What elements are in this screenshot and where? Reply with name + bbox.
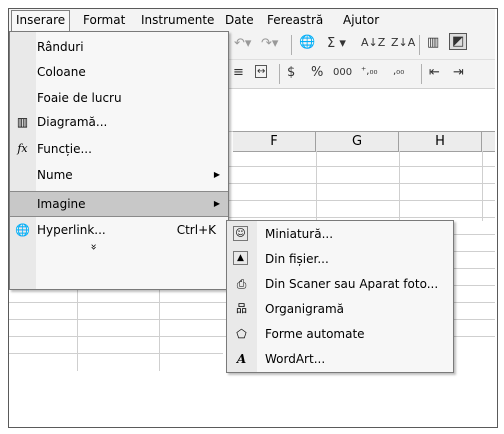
comma-style-icon[interactable]: 000 <box>333 67 352 78</box>
menu-item-label: Din Scaner sau Aparat foto... <box>265 277 439 291</box>
menu-tools[interactable]: Instrumente <box>137 12 218 28</box>
menu-format[interactable]: Format <box>79 12 129 28</box>
menu-item-picture[interactable]: Imagine ▶ <box>10 191 228 217</box>
menu-item-clipart[interactable]: ☺ Miniatură... <box>227 222 453 246</box>
toolbar-separator <box>421 64 422 84</box>
menu-item-wordart[interactable]: A WordArt... <box>227 347 453 371</box>
menu-window[interactable]: Fereastră <box>263 12 327 28</box>
hyperlink-icon: 🌐 <box>15 223 30 237</box>
column-header-g[interactable]: G <box>316 131 399 152</box>
chart-wizard-icon[interactable]: ▥ <box>427 35 439 50</box>
menu-item-label: Organigramă <box>265 302 345 316</box>
submenu-arrow-icon: ▶ <box>213 199 220 208</box>
menu-item-label: Nume <box>37 168 73 182</box>
scanner-icon: ⎙ <box>236 277 247 291</box>
picture-submenu: ☺ Miniatură... ▲ Din fișier... ⎙ Din Sca… <box>226 220 454 373</box>
increase-indent-icon[interactable]: ⇥ <box>453 65 464 80</box>
chevron-down-icon: » <box>87 243 101 251</box>
clipart-icon: ☺ <box>233 226 248 241</box>
column-header-f[interactable]: F <box>233 131 316 152</box>
menu-item-columns[interactable]: Coloane <box>10 60 228 84</box>
menu-item-function[interactable]: fx Funcție... <box>10 137 228 161</box>
menu-item-from-file[interactable]: ▲ Din fișier... <box>227 247 453 271</box>
menu-expand-chevron[interactable]: » <box>10 238 228 256</box>
autosum-icon[interactable]: Σ ▾ <box>327 36 346 51</box>
menu-item-worksheet[interactable]: Foaie de lucru <box>10 86 228 110</box>
function-icon: fx <box>17 142 28 155</box>
menu-item-label: Forme automate <box>265 327 365 341</box>
menu-data[interactable]: Date <box>221 12 258 28</box>
currency-icon[interactable]: $ <box>287 65 295 80</box>
redo-icon[interactable]: ↷▾ <box>261 36 278 51</box>
hyperlink-toolbar-icon[interactable]: 🌐 <box>299 35 315 50</box>
column-header-h[interactable]: H <box>399 131 482 152</box>
decrease-indent-icon[interactable]: ⇤ <box>429 65 440 80</box>
insert-menu: Rânduri Coloane Foaie de lucru ▥ Diagram… <box>9 31 229 290</box>
menu-item-label: Funcție... <box>37 142 92 156</box>
menu-help[interactable]: Ajutor <box>339 12 383 28</box>
menu-item-name[interactable]: Nume ▶ <box>10 163 228 187</box>
sort-ascending-icon[interactable]: A↓Z <box>361 36 385 49</box>
decrease-decimal-icon[interactable]: ,₀₀ <box>393 66 404 77</box>
menu-item-label: Din fișier... <box>265 252 329 266</box>
menu-item-label: Foaie de lucru <box>37 91 122 105</box>
org-chart-icon: 品 <box>236 302 247 315</box>
autoshapes-icon: ⬠ <box>236 327 247 341</box>
menu-item-rows[interactable]: Rânduri <box>10 35 228 59</box>
menu-insert[interactable]: Inserare <box>11 10 71 32</box>
menu-item-label: Miniatură... <box>265 227 334 241</box>
menu-item-label: Diagramă... <box>37 115 108 129</box>
toolbar-separator <box>419 35 420 55</box>
toolbar-separator <box>279 64 280 84</box>
toolbar-separator <box>291 35 292 55</box>
menu-item-label: Imagine <box>37 197 86 211</box>
menu-bar: Inserare Format Instrumente Date Fereast… <box>9 9 495 32</box>
submenu-arrow-icon: ▶ <box>213 170 220 179</box>
menu-item-from-scanner[interactable]: ⎙ Din Scaner sau Aparat foto... <box>227 272 453 296</box>
chart-icon: ▥ <box>16 115 29 129</box>
sort-descending-icon[interactable]: Z↓A <box>391 36 415 49</box>
picture-file-icon: ▲ <box>233 251 248 265</box>
menu-item-chart[interactable]: ▥ Diagramă... <box>10 110 228 134</box>
menu-item-label: Rânduri <box>37 40 84 54</box>
column-header-next[interactable] <box>482 131 495 152</box>
undo-icon[interactable]: ↶▾ <box>234 36 251 51</box>
drawing-icon[interactable]: ◩ <box>449 33 468 50</box>
increase-decimal-icon[interactable]: ⁺,₀₀ <box>361 66 377 77</box>
menu-item-autoshapes[interactable]: ⬠ Forme automate <box>227 322 453 346</box>
wordart-icon: A <box>236 352 247 366</box>
menu-item-label: WordArt... <box>265 352 326 366</box>
merge-center-icon[interactable]: ↔ <box>255 65 268 78</box>
percent-icon[interactable]: % <box>311 65 323 80</box>
align-right-icon[interactable]: ≡ <box>233 65 244 80</box>
menu-item-label: Coloane <box>37 65 86 79</box>
menu-item-org-chart[interactable]: 品 Organigramă <box>227 297 453 321</box>
